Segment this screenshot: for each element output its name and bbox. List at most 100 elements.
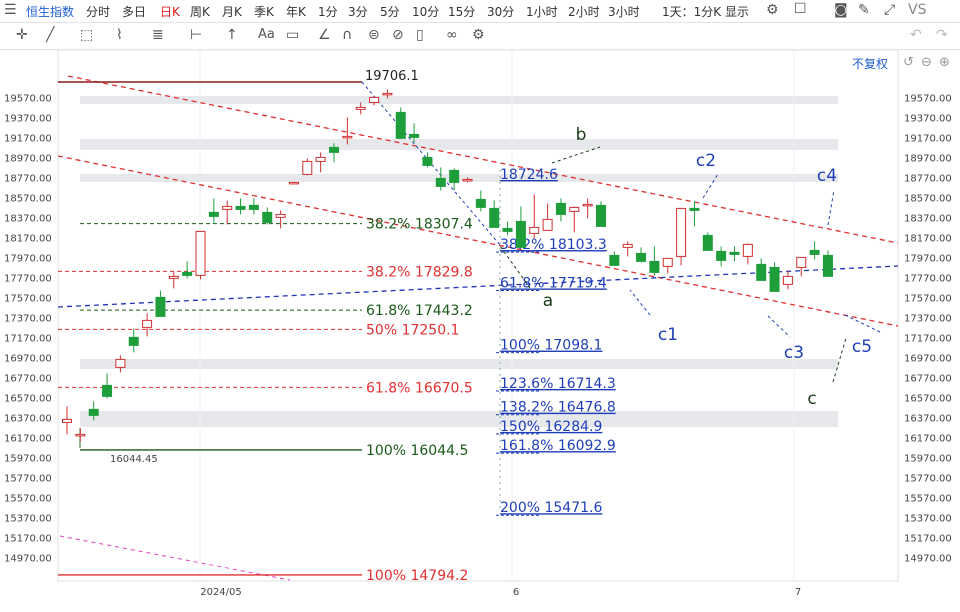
- period-tab-14[interactable]: 2小时: [568, 3, 600, 20]
- instrument-name[interactable]: 恒生指数: [26, 3, 74, 20]
- wave-label-c: c: [807, 389, 816, 409]
- period-tab-13[interactable]: 1小时: [526, 3, 558, 20]
- menu-icon[interactable]: ☰: [4, 2, 17, 18]
- y-tick-label-right: 14970.00: [904, 553, 952, 564]
- period-tab-1[interactable]: 多日: [122, 3, 146, 20]
- period-tab-4[interactable]: 月K: [222, 3, 242, 20]
- gear-icon[interactable]: ⚙: [766, 2, 779, 18]
- note-tool-icon[interactable]: ▭: [286, 27, 299, 43]
- candle-body: [88, 408, 99, 416]
- y-tick-label-right: 15770.00: [904, 473, 952, 484]
- candle-body: [75, 433, 86, 437]
- candle-body: [248, 204, 259, 210]
- y-tick-label-right: 17570.00: [904, 293, 952, 304]
- period-tab-9[interactable]: 5分: [380, 3, 400, 20]
- display-dropdown[interactable]: 1天：1分K 显示: [662, 3, 749, 20]
- arrow-tool-icon[interactable]: ↑: [226, 27, 238, 43]
- wave-pointer: [827, 189, 835, 226]
- trash-icon[interactable]: ▯: [416, 27, 424, 43]
- y-tick-label-right: 18770.00: [904, 173, 952, 184]
- candle-body: [702, 234, 713, 251]
- y-tick-label-right: 16370.00: [904, 413, 952, 424]
- undo-icon[interactable]: ↶: [910, 27, 922, 43]
- candle-body: [489, 207, 500, 228]
- y-tick-label-right: 17770.00: [904, 273, 952, 284]
- candle-body: [222, 205, 233, 210]
- zone-band: [80, 411, 838, 427]
- y-tick-label-left: 16970.00: [4, 353, 52, 364]
- candle-body: [676, 207, 687, 257]
- pen-icon[interactable]: ✎: [858, 2, 870, 18]
- y-tick-label-right: 18570.00: [904, 193, 952, 204]
- wave-label-c2: c2: [696, 151, 716, 171]
- fib-level-label: 100% 16044.5: [366, 443, 468, 459]
- y-tick-label-left: 16170.00: [4, 433, 52, 444]
- period-tab-10[interactable]: 10分: [412, 3, 439, 20]
- period-tab-12[interactable]: 30分: [487, 3, 514, 20]
- wave-tool-icon[interactable]: ⌇: [116, 27, 123, 43]
- ext-level-label: 61.8% 17719.4: [500, 275, 607, 291]
- candle-body: [182, 271, 193, 276]
- compare-button[interactable]: VS: [908, 2, 926, 18]
- lock-icon[interactable]: ⊜: [368, 27, 380, 43]
- wave-pointer: [629, 289, 651, 316]
- settings-icon[interactable]: ⚙: [472, 27, 485, 43]
- period-tab-15[interactable]: 3小时: [608, 3, 640, 20]
- text-tool-icon[interactable]: Aa: [258, 27, 275, 42]
- period-tab-11[interactable]: 15分: [448, 3, 475, 20]
- y-tick-label-right: 19370.00: [904, 113, 952, 124]
- magnet-icon[interactable]: ∩: [342, 27, 352, 43]
- ext-level-label: 200% 15471.6: [500, 500, 602, 516]
- plot-frame: [57, 50, 899, 582]
- period-tab-7[interactable]: 1分: [318, 3, 338, 20]
- y-tick-label-left: 15170.00: [4, 533, 52, 544]
- y-tick-label-right: 17170.00: [904, 333, 952, 344]
- period-tab-8[interactable]: 3分: [348, 3, 368, 20]
- hide-icon[interactable]: ⊘: [392, 27, 404, 43]
- y-tick-label-right: 17970.00: [904, 253, 952, 264]
- period-tab-2[interactable]: 日K: [160, 3, 180, 20]
- y-tick-label-left: 17970.00: [4, 253, 52, 264]
- wave-label-c4: c4: [817, 166, 837, 186]
- y-tick-label-right: 15370.00: [904, 513, 952, 524]
- rectangle-tool-icon[interactable]: ⬚: [80, 27, 93, 43]
- period-tab-6[interactable]: 年K: [286, 3, 306, 20]
- y-tick-label-right: 19570.00: [904, 93, 952, 104]
- line-tool-icon[interactable]: ╱: [46, 27, 54, 43]
- candle-body: [689, 207, 700, 211]
- y-tick-label-left: 14970.00: [4, 553, 52, 564]
- period-tab-3[interactable]: 周K: [190, 3, 210, 20]
- candle-body: [502, 227, 513, 232]
- ruler-icon[interactable]: ∠: [318, 27, 331, 43]
- y-tick-label-left: 17370.00: [4, 313, 52, 324]
- y-tick-label-right: 16570.00: [904, 393, 952, 404]
- candle-body: [582, 203, 593, 207]
- candle-body: [62, 418, 72, 423]
- candle-body: [716, 250, 727, 261]
- candle-body: [195, 230, 206, 276]
- crosshair-icon[interactable]: ✛: [16, 27, 28, 43]
- period-tab-0[interactable]: 分时: [86, 3, 110, 20]
- candle-body: [155, 296, 166, 317]
- redo-icon[interactable]: ↷: [936, 27, 948, 43]
- link-icon[interactable]: ∞: [446, 27, 458, 43]
- measure-tool-icon[interactable]: ⊢: [190, 27, 202, 43]
- candle-body: [809, 249, 820, 255]
- candle-body: [275, 213, 286, 218]
- y-tick-label-left: 18570.00: [4, 193, 52, 204]
- candle-body: [422, 156, 433, 166]
- candle-body: [622, 243, 633, 248]
- wave-label-b: b: [576, 125, 587, 145]
- camera-icon[interactable]: ◙: [834, 2, 848, 18]
- candlestick-chart[interactable]: 19570.00 19570.00 19370.00 19370.00 19170.00…: [0, 50, 960, 612]
- candle-body: [742, 243, 753, 257]
- fib-level-label: 38.2% 17829.8: [366, 264, 473, 280]
- ext-level-label: 161.8% 16092.9: [500, 438, 616, 454]
- color-square-icon[interactable]: ☐: [794, 1, 807, 17]
- y-tick-label-left: 17770.00: [4, 273, 52, 284]
- fibonacci-tool-icon[interactable]: ≣: [152, 27, 164, 43]
- fullscreen-icon[interactable]: ⤢: [884, 2, 895, 18]
- candle-body: [609, 254, 620, 266]
- period-tab-5[interactable]: 季K: [254, 3, 274, 20]
- fib-level-label: 38.2% 18307.4: [366, 217, 473, 233]
